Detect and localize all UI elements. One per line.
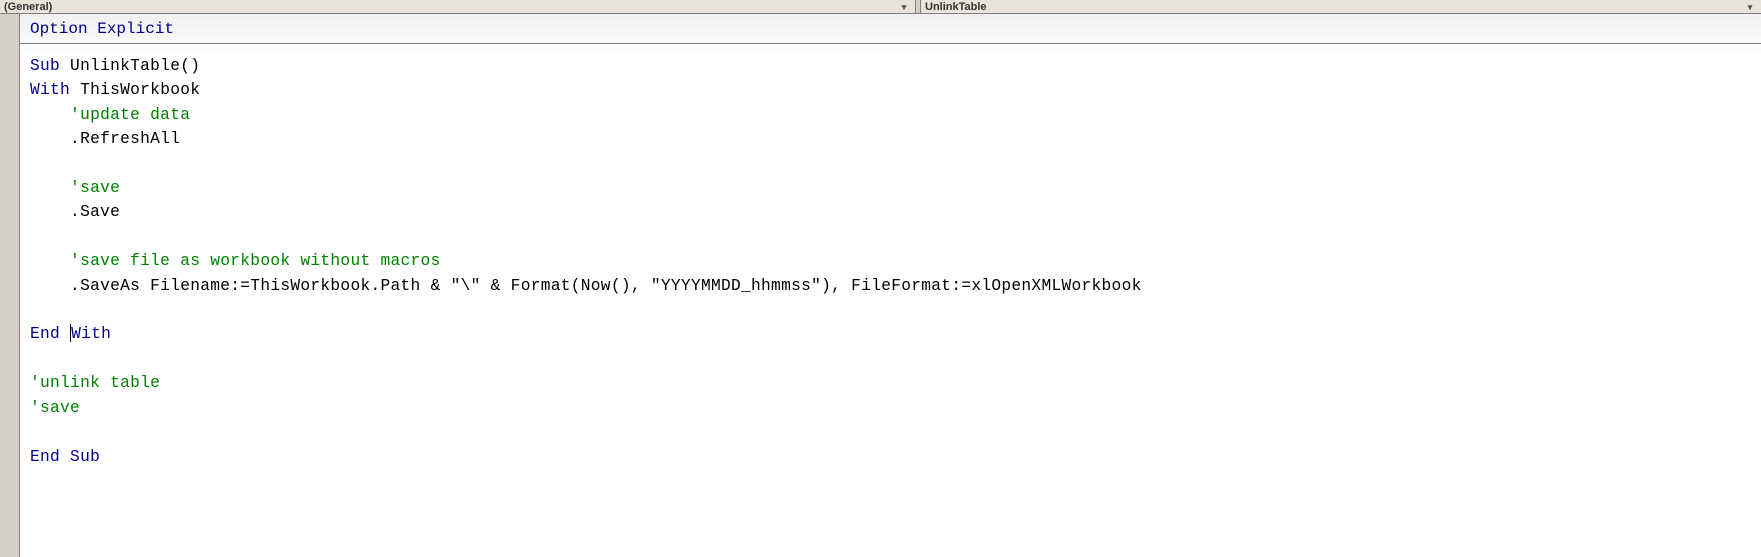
code-token: With bbox=[71, 325, 111, 343]
margin-indicator-bar[interactable] bbox=[0, 14, 20, 557]
code-token: .SaveAs Filename:=ThisWorkbook.Path & bbox=[30, 277, 451, 295]
code-comment: 'unlink table bbox=[30, 374, 160, 392]
code-editor[interactable]: Option Explicit Sub UnlinkTable() With T… bbox=[20, 14, 1761, 557]
code-token: End Sub bbox=[30, 448, 100, 466]
code-token: .Save bbox=[30, 203, 120, 221]
code-token: .RefreshAll bbox=[30, 130, 180, 148]
code-token: Sub bbox=[30, 57, 60, 75]
code-string: "\" bbox=[451, 277, 481, 295]
code-token: With bbox=[30, 81, 70, 99]
text-cursor bbox=[70, 324, 71, 342]
object-dropdown[interactable]: (General) ▾ bbox=[0, 0, 916, 14]
chevron-down-icon: ▾ bbox=[897, 2, 911, 12]
code-token: Option Explicit bbox=[30, 20, 174, 38]
code-string: "YYYYMMDD_hhmmss" bbox=[651, 277, 821, 295]
editor-wrap: Option Explicit Sub UnlinkTable() With T… bbox=[0, 14, 1761, 557]
code-comment: 'update data bbox=[30, 106, 190, 124]
code-token: ThisWorkbook bbox=[70, 81, 200, 99]
code-token: End bbox=[30, 325, 70, 343]
dropdown-bar: (General) ▾ UnlinkTable ▾ bbox=[0, 0, 1761, 14]
declarations-section: Option Explicit bbox=[20, 14, 1761, 44]
code-body[interactable]: Sub UnlinkTable() With ThisWorkbook 'upd… bbox=[20, 44, 1761, 469]
code-comment: 'save bbox=[30, 179, 120, 197]
object-dropdown-label: (General) bbox=[4, 2, 52, 12]
code-token: UnlinkTable() bbox=[60, 57, 200, 75]
procedure-dropdown-label: UnlinkTable bbox=[925, 2, 987, 12]
code-comment: 'save file as workbook without macros bbox=[30, 252, 441, 270]
code-token: & Format(Now(), bbox=[481, 277, 651, 295]
code-comment: 'save bbox=[30, 399, 80, 417]
chevron-down-icon: ▾ bbox=[1743, 2, 1757, 12]
procedure-dropdown[interactable]: UnlinkTable ▾ bbox=[920, 0, 1761, 14]
code-token: ), FileFormat:=xlOpenXMLWorkbook bbox=[821, 277, 1141, 295]
